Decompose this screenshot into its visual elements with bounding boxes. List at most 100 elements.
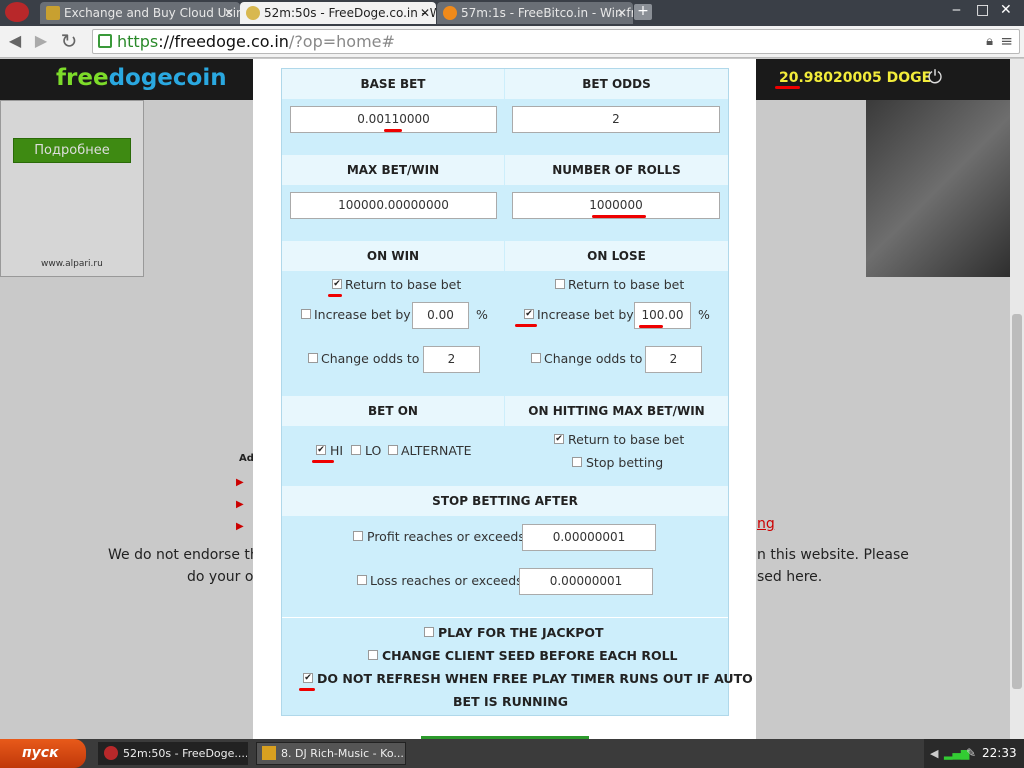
jackpot-checkbox[interactable]	[424, 627, 434, 637]
tab-freedoge[interactable]: 52m:50s - FreeDoge.co.in - Win ✕	[240, 2, 436, 24]
on-lose-return-checkbox[interactable]	[555, 279, 565, 289]
tab-freebitco[interactable]: 57m:1s - FreeBitco.in - Win free ✕	[437, 2, 633, 24]
on-lose-odds-input[interactable]: 2	[645, 346, 702, 373]
menu-icon[interactable]: ≡	[1000, 30, 1013, 53]
minimize-icon[interactable]: ‒	[952, 2, 961, 18]
on-lose-odds-label: Change odds to	[544, 351, 643, 366]
on-win-odds-input[interactable]: 2	[423, 346, 480, 373]
browser-toolbar: ◀ ▶ ↻ https://freedoge.co.in/?op=home# 🔒…	[0, 26, 1024, 58]
new-tab-button[interactable]: +	[634, 4, 652, 20]
bet-alternate-label: ALTERNATE	[401, 443, 472, 458]
padlock-icon[interactable]: 🔒︎	[986, 30, 993, 53]
on-lose-odds-checkbox[interactable]	[531, 353, 541, 363]
disclaimer-right-2: sed here.	[757, 569, 823, 585]
on-win-increase-input[interactable]: 0.00	[412, 302, 469, 329]
profit-input[interactable]: 0.00000001	[522, 524, 656, 551]
secure-lock-icon	[98, 34, 112, 48]
ad-label: Ad	[239, 453, 254, 464]
bet-odds-header: BET ODDS	[505, 69, 728, 99]
music-player-icon	[262, 746, 276, 760]
reload-icon[interactable]: ↻	[58, 30, 80, 52]
stop-betting-header: STOP BETTING AFTER	[282, 486, 728, 516]
disclaimer-right-1: n this website. Please	[757, 547, 909, 563]
loss-input[interactable]: 0.00000001	[519, 568, 653, 595]
start-button[interactable]: пуск	[0, 739, 86, 768]
annotation-underline	[328, 294, 342, 297]
loss-checkbox[interactable]	[357, 575, 367, 585]
power-icon[interactable]: ⏻	[924, 67, 946, 89]
bet-alternate-checkbox[interactable]	[388, 445, 398, 455]
bet-on-header: BET ON	[282, 396, 504, 426]
auto-bet-modal: BASE BET BET ODDS 0.00110000 2 MAX BET/W…	[253, 59, 756, 739]
annotation-underline	[639, 325, 663, 328]
rolls-header: NUMBER OF ROLLS	[505, 155, 728, 185]
bet-hi-checkbox[interactable]: ✔	[316, 445, 326, 455]
background-link[interactable]: ng	[757, 516, 775, 532]
auto-bet-panel: BASE BET BET ODDS 0.00110000 2 MAX BET/W…	[281, 68, 753, 716]
ad-banner[interactable]: Подробнее www.alpari.ru	[0, 100, 144, 277]
max-bet-header: MAX BET/WIN	[282, 155, 504, 185]
annotation-underline	[592, 215, 646, 218]
on-win-odds-checkbox[interactable]	[308, 353, 318, 363]
profit-label: Profit reaches or exceeds	[367, 529, 525, 544]
os-taskbar: пуск 52m:50s - FreeDoge.... 8. DJ Rich-M…	[0, 739, 1024, 768]
url-path: /?op=home#	[288, 32, 395, 51]
on-lose-increase-label: Increase bet by	[537, 307, 634, 322]
on-max-header: ON HITTING MAX BET/WIN	[505, 396, 728, 426]
site-favicon-icon	[46, 6, 60, 20]
bet-odds-input[interactable]: 2	[512, 106, 720, 133]
taskbar-item-music[interactable]: 8. DJ Rich-Music - Ko...	[256, 742, 406, 765]
url-host: ://freedoge.co.in	[158, 32, 289, 51]
on-win-increase-label: Increase bet by	[314, 307, 411, 322]
bet-lo-checkbox[interactable]	[351, 445, 361, 455]
on-win-increase-checkbox[interactable]	[301, 309, 311, 319]
max-bet-input[interactable]: 100000.00000000	[290, 192, 497, 219]
back-icon[interactable]: ◀	[4, 30, 26, 52]
on-lose-header: ON LOSE	[505, 241, 728, 271]
tray-expand-icon[interactable]: ◀	[930, 739, 938, 768]
ad-more-button[interactable]: Подробнее	[13, 138, 131, 163]
forward-icon[interactable]: ▶	[30, 30, 52, 52]
clock[interactable]: 22:33	[982, 739, 1017, 768]
base-bet-header: BASE BET	[282, 69, 504, 99]
doge-favicon-icon	[246, 6, 260, 20]
browser-tab-bar: Exchange and Buy Cloud Using ✕ 52m:50s -…	[0, 0, 1024, 26]
close-tab-icon[interactable]: ✕	[224, 2, 234, 24]
seed-label: CHANGE CLIENT SEED BEFORE EACH ROLL	[382, 648, 678, 663]
close-window-icon[interactable]: ✕	[1000, 2, 1012, 18]
scrollbar-thumb[interactable]	[1012, 314, 1022, 689]
disclaimer-left-1: We do not endorse th	[108, 547, 259, 563]
annotation-underline	[775, 86, 800, 89]
on-max-stop-checkbox[interactable]	[572, 457, 582, 467]
percent-label: %	[698, 307, 710, 322]
bet-hi-label: HI	[330, 443, 344, 458]
address-bar[interactable]: https://freedoge.co.in/?op=home# 🔒︎ ≡	[92, 29, 1020, 54]
disclaimer-left-2: do your ov	[187, 569, 262, 585]
taskbar-item-browser[interactable]: 52m:50s - FreeDoge....	[98, 742, 248, 765]
ad-url: www.alpari.ru	[41, 259, 103, 269]
loss-label: Loss reaches or exceeds	[370, 573, 523, 588]
close-tab-icon[interactable]: ✕	[617, 2, 627, 24]
site-logo[interactable]: freedogecoin	[56, 65, 227, 91]
tab-exchange[interactable]: Exchange and Buy Cloud Using ✕	[40, 2, 240, 24]
on-lose-return-label: Return to base bet	[568, 277, 685, 292]
on-win-return-label: Return to base bet	[345, 277, 462, 292]
close-tab-icon[interactable]: ✕	[420, 2, 430, 24]
annotation-underline	[299, 688, 315, 691]
system-tray: ◀ ▂▄▆ ✎ 22:33	[924, 739, 1024, 768]
background-photo	[866, 100, 1010, 277]
on-lose-increase-checkbox[interactable]: ✔	[524, 309, 534, 319]
on-win-odds-label: Change odds to	[321, 351, 420, 366]
profit-checkbox[interactable]	[353, 531, 363, 541]
on-win-return-checkbox[interactable]: ✔	[332, 279, 342, 289]
annotation-underline	[515, 324, 537, 327]
page-scrollbar[interactable]	[1010, 59, 1024, 739]
bet-lo-label: LO	[365, 443, 382, 458]
maximize-icon[interactable]: □	[976, 2, 989, 18]
no-refresh-checkbox[interactable]: ✔	[303, 673, 313, 683]
bitcoin-favicon-icon	[443, 6, 457, 20]
balance-display: 20.98020005 DOGE	[779, 70, 932, 86]
seed-checkbox[interactable]	[368, 650, 378, 660]
network-icon[interactable]: ✎	[966, 739, 976, 768]
on-max-return-checkbox[interactable]: ✔	[554, 434, 564, 444]
